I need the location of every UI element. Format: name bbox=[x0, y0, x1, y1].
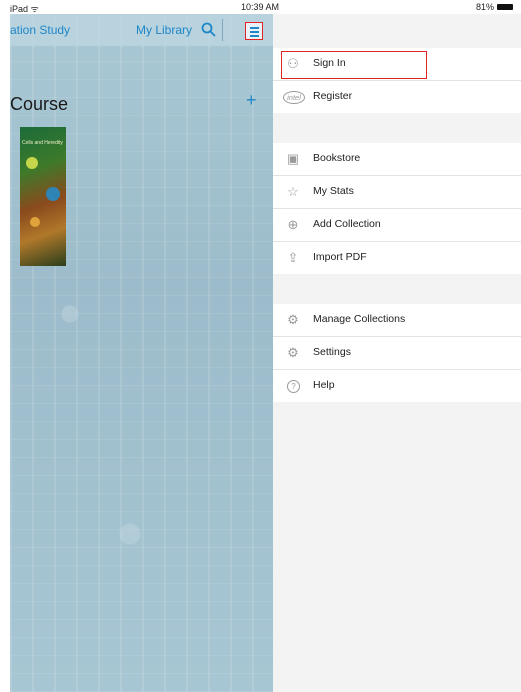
library-panel: ation Study My Library Course + Cells an… bbox=[10, 14, 273, 692]
import-pdf-icon: ⇪ bbox=[287, 250, 299, 265]
menu-item-add-collection[interactable]: ⊕ Add Collection bbox=[273, 209, 521, 242]
account-group: ⚇ Sign In intel Register bbox=[273, 48, 521, 113]
battery-indicator: 81% bbox=[476, 2, 513, 12]
menu-icon[interactable] bbox=[245, 22, 263, 40]
menu-item-bookstore[interactable]: ▣ Bookstore bbox=[273, 143, 521, 176]
collection-title[interactable]: ation Study bbox=[10, 23, 70, 37]
menu-item-label: Bookstore bbox=[313, 152, 361, 164]
menu-item-settings[interactable]: ⚙ Settings bbox=[273, 337, 521, 370]
menu-item-label: Add Collection bbox=[313, 218, 381, 230]
add-course-button[interactable]: + bbox=[246, 90, 257, 111]
content-group: ▣ Bookstore ☆ My Stats ⊕ Add Collection … bbox=[273, 143, 521, 274]
menu-item-label: Sign In bbox=[313, 57, 346, 69]
toolbar-divider bbox=[222, 19, 223, 41]
my-library-button[interactable]: My Library bbox=[136, 23, 192, 37]
menu-item-register[interactable]: intel Register bbox=[273, 81, 521, 113]
menu-item-import-pdf[interactable]: ⇪ Import PDF bbox=[273, 242, 521, 274]
side-menu: ⚇ Sign In intel Register ▣ Bookstore ☆ M… bbox=[273, 14, 521, 692]
book-cover[interactable]: Cells and Heredity bbox=[20, 127, 66, 266]
menu-item-label: My Stats bbox=[313, 185, 354, 197]
settings-gear-icon: ⚙ bbox=[287, 345, 299, 360]
search-icon[interactable] bbox=[200, 21, 218, 39]
system-group: ⚙ Manage Collections ⚙ Settings ? Help bbox=[273, 304, 521, 402]
battery-percent: 81% bbox=[475, 2, 494, 12]
add-circle-icon: ⊕ bbox=[287, 217, 299, 232]
battery-icon bbox=[497, 4, 513, 10]
menu-item-manage-collections[interactable]: ⚙ Manage Collections bbox=[273, 304, 521, 337]
molecule-decoration bbox=[26, 157, 38, 169]
clock: 10:39 AM bbox=[241, 2, 280, 12]
molecule-decoration bbox=[46, 187, 60, 201]
menu-item-help[interactable]: ? Help bbox=[273, 370, 521, 402]
menu-item-label: Register bbox=[313, 90, 353, 102]
bookstore-icon: ▣ bbox=[286, 151, 300, 166]
manage-gear-icon: ⚙ bbox=[287, 312, 299, 327]
menu-item-label: Manage Collections bbox=[313, 313, 406, 325]
intel-logo-icon: intel bbox=[283, 91, 305, 104]
book-title: Cells and Heredity bbox=[22, 140, 63, 146]
menu-item-label: Import PDF bbox=[313, 251, 367, 263]
star-icon: ☆ bbox=[287, 184, 299, 199]
menu-item-label: Settings bbox=[313, 346, 351, 358]
person-icon: ⚇ bbox=[287, 56, 299, 71]
course-heading: Course bbox=[10, 94, 69, 114]
selection-highlight bbox=[281, 51, 427, 79]
menu-item-label: Help bbox=[313, 379, 335, 391]
menu-item-my-stats[interactable]: ☆ My Stats bbox=[273, 176, 521, 209]
molecule-decoration bbox=[30, 217, 40, 227]
menu-item-sign-in[interactable]: ⚇ Sign In bbox=[273, 48, 521, 81]
status-bar: iPad ᯤ 10:39 AM 81% bbox=[0, 0, 521, 14]
help-icon: ? bbox=[287, 380, 300, 393]
